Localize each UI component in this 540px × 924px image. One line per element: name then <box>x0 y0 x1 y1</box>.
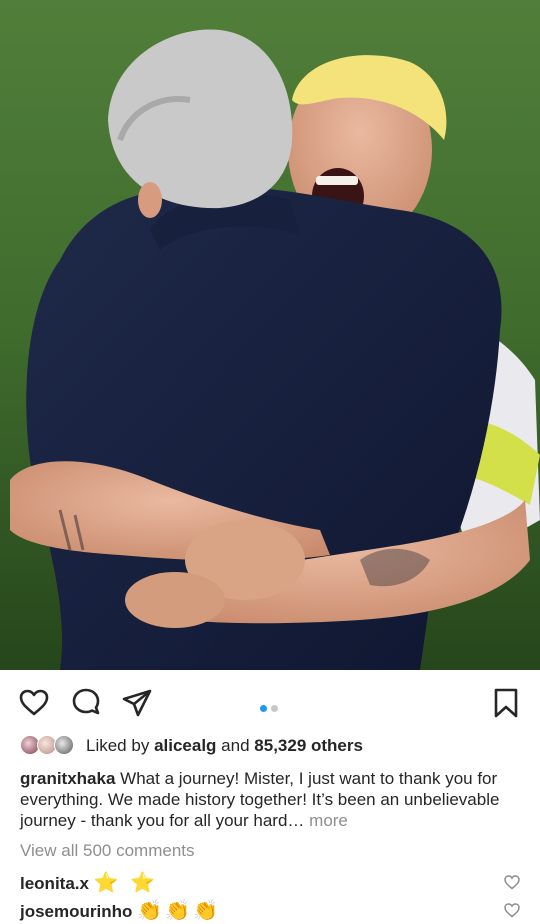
share-button[interactable] <box>120 686 154 720</box>
carousel-dot-1[interactable] <box>260 705 267 712</box>
likes-prefix: Liked by <box>86 736 150 755</box>
avatar <box>54 735 74 755</box>
post-photo[interactable] <box>0 0 540 670</box>
liker-username[interactable]: alicealg <box>154 736 216 755</box>
likes-row: Liked by alicealg and 85,329 others <box>20 733 530 759</box>
caption-more-link[interactable]: more <box>309 811 348 830</box>
view-all-comments-link[interactable]: View all 500 comments <box>20 841 195 861</box>
carousel-dot-2[interactable] <box>271 705 278 712</box>
caption-username[interactable]: granitxhaka <box>20 769 115 788</box>
heart-icon <box>504 903 520 918</box>
carousel-indicator <box>258 699 280 712</box>
heart-icon <box>504 875 520 890</box>
comment-username[interactable]: leonita.x <box>20 874 89 893</box>
like-button[interactable] <box>17 686 51 720</box>
comment-icon <box>72 688 100 715</box>
post-photo-illustration <box>0 0 540 670</box>
likes-count[interactable]: 85,329 others <box>254 736 363 755</box>
comment-username[interactable]: josemourinho <box>20 902 132 921</box>
comment-like-button[interactable] <box>503 901 521 919</box>
comment-row: leonita.x ⭐ ⭐ <box>20 870 525 894</box>
bookmark-icon <box>494 688 518 718</box>
heart-icon <box>19 689 49 716</box>
comment-text: 👏👏👏 <box>137 900 221 922</box>
action-bar <box>0 682 540 726</box>
comment-button[interactable] <box>69 686 103 720</box>
comment-like-button[interactable] <box>503 873 521 891</box>
comment-text: ⭐ ⭐ <box>93 872 159 894</box>
comment-row: josemourinho 👏👏👏 <box>20 898 525 922</box>
share-icon <box>122 689 152 717</box>
save-button[interactable] <box>489 686 523 720</box>
likes-summary[interactable]: Liked by alicealg and 85,329 others <box>86 736 363 756</box>
likes-connector: and <box>221 736 250 755</box>
liker-avatars[interactable] <box>20 735 80 757</box>
post-caption: granitxhaka What a journey! Mister, I ju… <box>20 768 525 831</box>
